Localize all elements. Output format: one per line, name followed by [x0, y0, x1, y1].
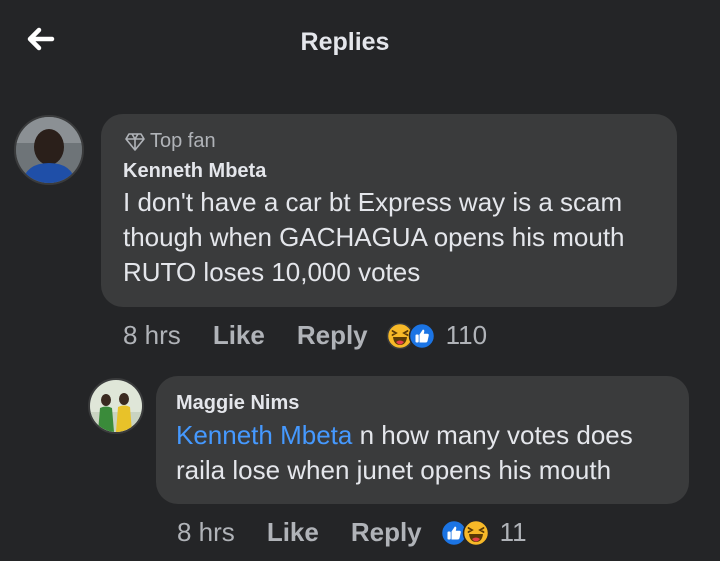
header: Replies	[0, 0, 720, 84]
profile-photo-icon	[16, 117, 82, 183]
comment-text: I don't have a car bt Express way is a s…	[123, 185, 625, 290]
comment-text-line: I don't have a car bt Express way is a s…	[123, 187, 623, 217]
reactions[interactable]	[386, 322, 436, 350]
comment-text-line: raila lose when junet opens his mouth	[176, 455, 612, 485]
reaction-count[interactable]: 110	[446, 320, 487, 351]
haha-icon	[462, 519, 489, 546]
mention-link[interactable]: Kenneth Mbeta	[176, 420, 352, 450]
reactions[interactable]	[440, 519, 490, 547]
like-button[interactable]: Like	[213, 320, 265, 351]
comment-timestamp: 8 hrs	[177, 517, 235, 547]
reply-button[interactable]: Reply	[351, 517, 422, 548]
badge-label: Top fan	[150, 130, 216, 152]
comment-text-line: though when GACHAGUA opens his mouth	[123, 222, 625, 252]
reply-button[interactable]: Reply	[297, 320, 368, 351]
avatar[interactable]	[88, 378, 144, 434]
page-title: Replies	[300, 28, 390, 56]
diamond-icon	[125, 132, 145, 151]
comment-actions: 8 hrs Like Reply 11	[177, 517, 527, 548]
top-fan-badge: Top fan	[125, 130, 216, 153]
comment-text-fragment: n how many votes does	[352, 420, 633, 450]
profile-photo-icon	[90, 380, 142, 432]
avatar[interactable]	[14, 115, 84, 185]
comment-bubble[interactable]: Top fan Kenneth Mbeta I don't have a car…	[101, 114, 677, 307]
comment-text-line: RUTO loses 10,000 votes	[123, 257, 421, 287]
reaction-count[interactable]: 11	[500, 517, 527, 548]
comment-text: Kenneth Mbeta n how many votes does rail…	[176, 418, 633, 488]
comment-bubble[interactable]: Maggie Nims Kenneth Mbeta n how many vot…	[156, 376, 689, 504]
like-button[interactable]: Like	[267, 517, 319, 548]
comment-text-line: Kenneth Mbeta n how many votes does	[176, 418, 633, 453]
comment-actions: 8 hrs Like Reply 110	[123, 320, 487, 351]
comment-author[interactable]: Maggie Nims	[176, 392, 299, 415]
comment-author[interactable]: Kenneth Mbeta	[123, 160, 266, 183]
comment-timestamp: 8 hrs	[123, 320, 181, 350]
like-icon	[408, 322, 435, 349]
